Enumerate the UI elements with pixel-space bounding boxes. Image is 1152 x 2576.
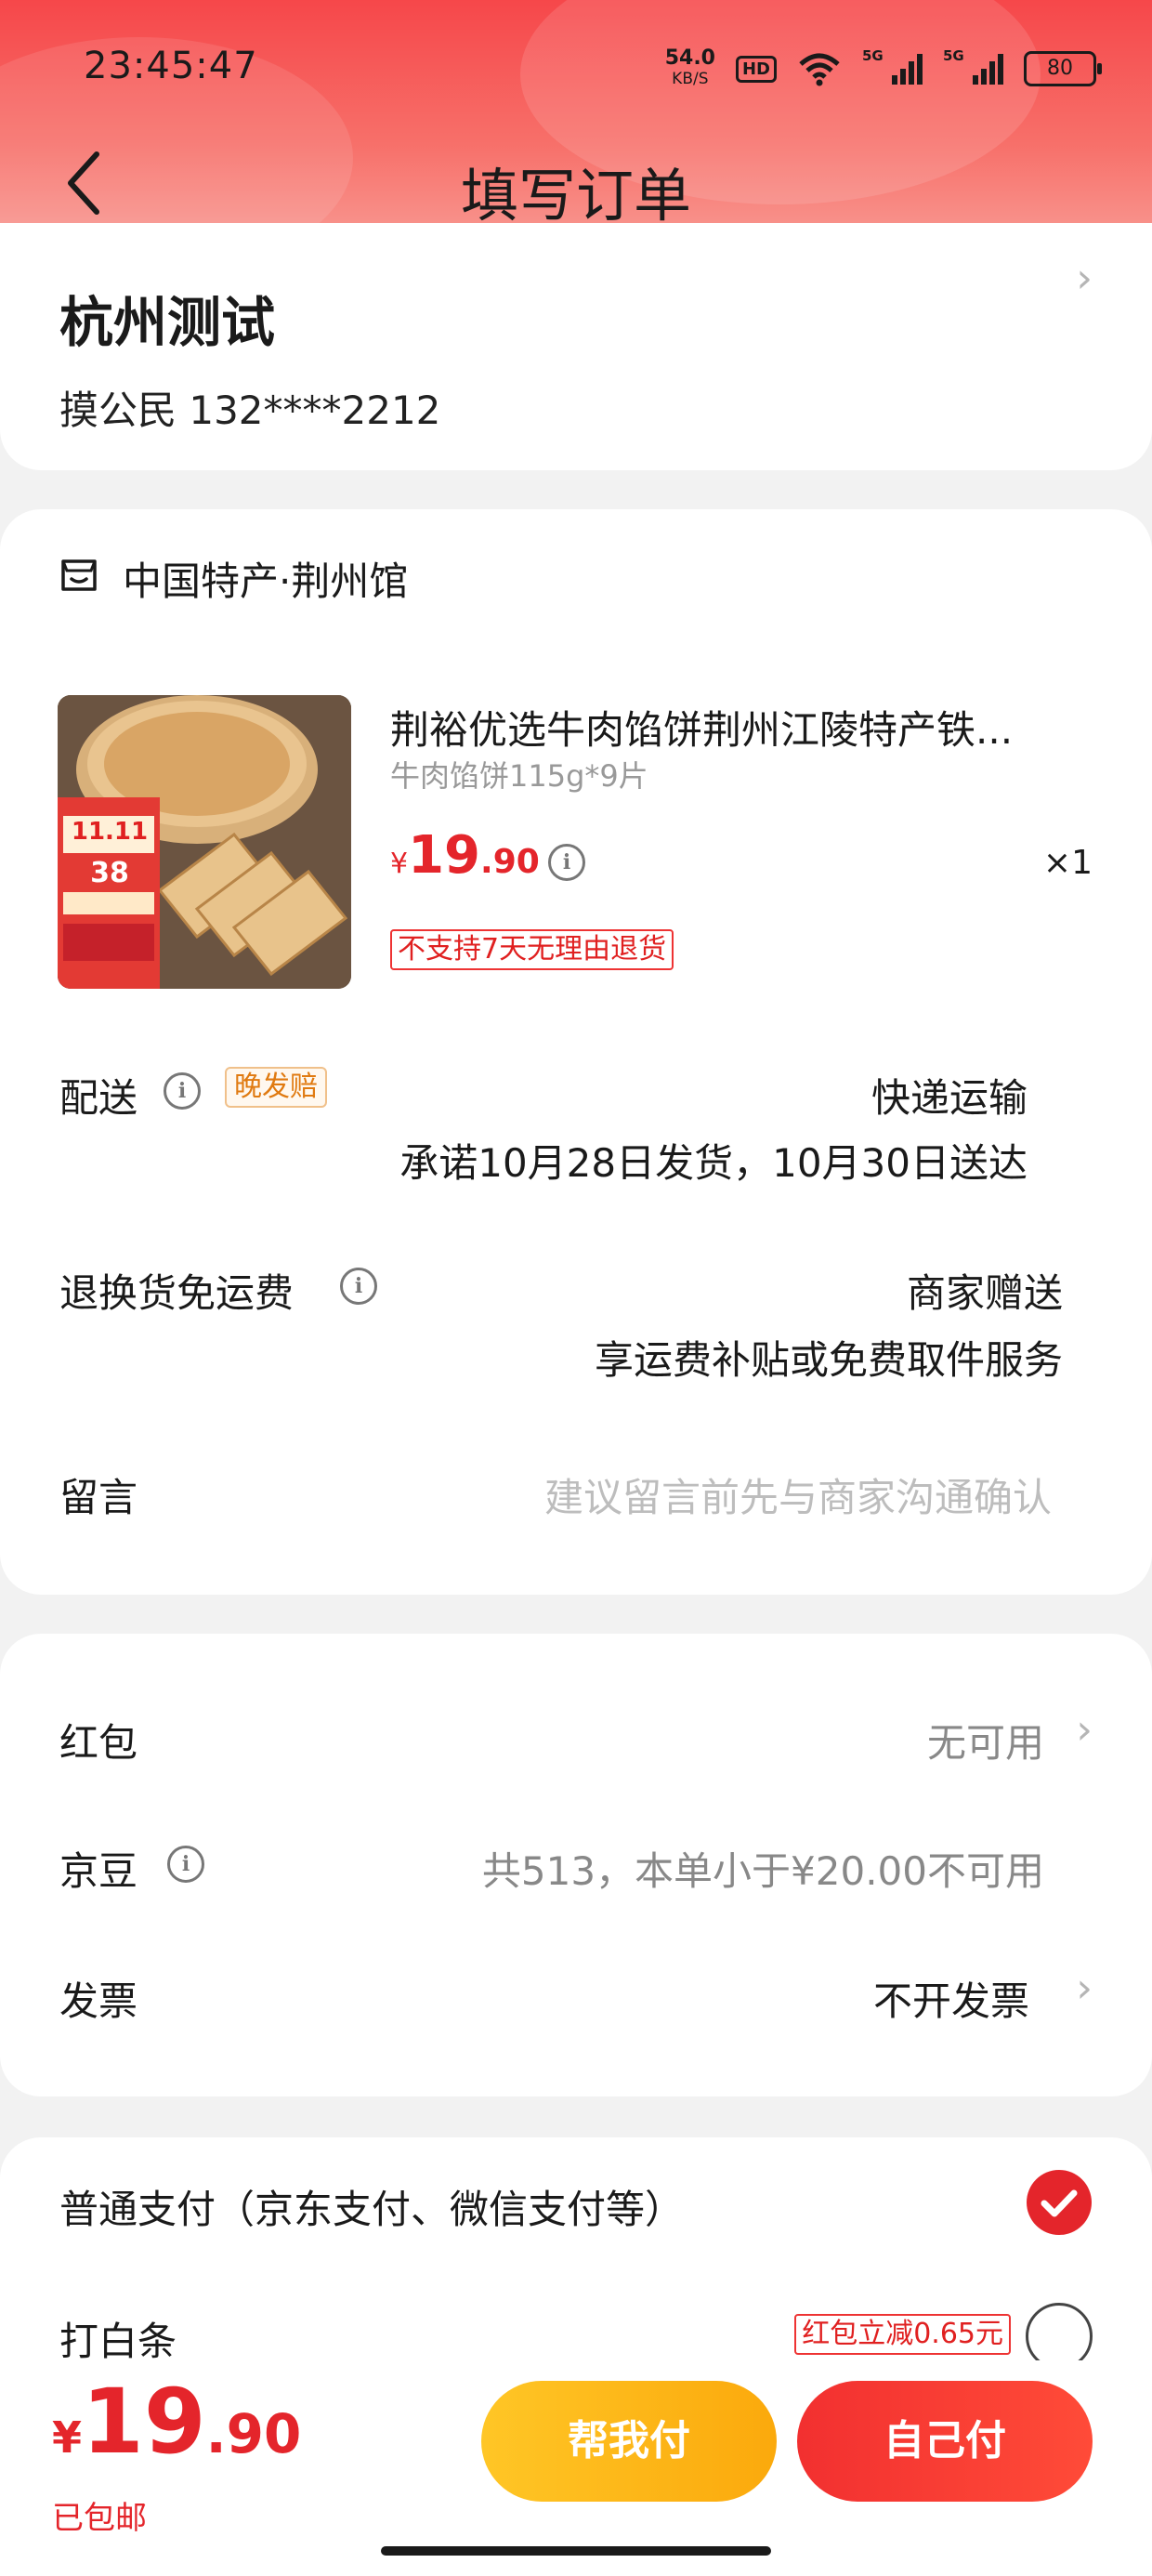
total-price: ¥19.90 (52, 2370, 302, 2474)
help-pay-button[interactable]: 帮我付 (481, 2381, 777, 2502)
status-time: 23:45:47 (84, 45, 258, 87)
hd-icon: HD (735, 55, 777, 83)
product-title[interactable]: 荆裕优选牛肉馅饼荆州江陵特产铁... (390, 699, 1078, 756)
status-icons: 54.0 KB/S HD 5G 5G 80 (664, 41, 1102, 97)
product-price: ¥19.90 (390, 825, 540, 886)
product-spec: 牛肉馅饼115g*9片 (390, 758, 648, 794)
jingdou-info-icon[interactable]: i (167, 1846, 204, 1883)
delivery-info-icon[interactable]: i (164, 1072, 201, 1110)
wifi-icon (799, 53, 840, 86)
address-card[interactable]: 杭州测试 摸公民 132****2212 › (0, 223, 1152, 470)
invoice-label: 发票 (59, 1978, 138, 2024)
chevron-right-icon: › (1076, 255, 1093, 302)
delivery-method[interactable]: 快递运输 (871, 1067, 1028, 1124)
promo-badge-price: 38 (90, 857, 129, 889)
normal-payment-label[interactable]: 普通支付（京东支付、微信支付等） (59, 2178, 684, 2235)
return-shipping-label: 退换货免运费 (59, 1270, 295, 1316)
address-city: 杭州测试 (59, 291, 276, 354)
return-shipping-desc: 享运费补贴或免费取件服务 (594, 1337, 1063, 1383)
jingdou-value: 共513，本单小于¥20.00不可用 (481, 1848, 1044, 1894)
home-indicator (381, 2546, 771, 2556)
jingdou-label: 京豆 (59, 1848, 138, 1894)
shipping-status: 已包邮 (52, 2500, 147, 2537)
chevron-right-icon: › (1076, 1965, 1093, 2012)
network-speed: 54.0 KB/S (664, 46, 715, 89)
page-title: 填写订单 (460, 162, 691, 230)
benefits-card: 红包 无可用 › 京豆 i 共513，本单小于¥20.00不可用 发票 不开发票… (0, 1634, 1152, 2096)
delivery-promise[interactable]: 承诺10月28日发货，10月30日送达 (399, 1132, 1028, 1189)
product-image[interactable]: 11.11 38 (58, 695, 351, 989)
chevron-right-icon: › (1076, 1706, 1093, 1754)
checkmark-icon[interactable] (1026, 2169, 1093, 2236)
return-shipping-value: 商家赠送 (906, 1270, 1063, 1316)
invoice-value[interactable]: 不开发票 (873, 1970, 1029, 2027)
delivery-label: 配送 (59, 1075, 138, 1121)
shop-name[interactable]: 中国特产·荆州馆 (123, 550, 408, 607)
red-packet-label: 红包 (59, 1720, 138, 1766)
address-contact: 摸公民 132****2212 (59, 388, 441, 433)
price-info-icon[interactable]: i (548, 844, 585, 881)
return-policy-badge: 不支持7天无理由退货 (390, 929, 674, 970)
promo-badge-event: 11.11 (71, 818, 149, 846)
baitiao-promo-badge: 红包立减0.65元 (794, 2314, 1011, 2355)
battery-icon: 80 (1024, 51, 1102, 86)
signal-icon: 5G (862, 47, 923, 85)
message-input[interactable]: 建议留言前先与商家沟通确认 (544, 1466, 1052, 1523)
red-packet-value[interactable]: 无可用 (927, 1712, 1044, 1768)
bottom-bar: ¥19.90 已包邮 帮我付 自己付 (0, 2360, 1152, 2576)
signal-icon: 5G (943, 47, 1003, 85)
message-label: 留言 (59, 1475, 138, 1520)
product-quantity: ×1 (1042, 844, 1093, 882)
return-shipping-info-icon[interactable]: i (340, 1268, 377, 1305)
shop-icon (61, 559, 97, 591)
order-card: 中国特产·荆州馆 11.11 38 荆裕优选牛肉馅饼荆州江陵特产铁... 牛肉馅… (0, 509, 1152, 1595)
late-compensation-badge: 晚发赔 (225, 1067, 327, 1108)
self-pay-button[interactable]: 自己付 (797, 2381, 1093, 2502)
baitiao-payment-label[interactable]: 打白条 (59, 2310, 177, 2367)
